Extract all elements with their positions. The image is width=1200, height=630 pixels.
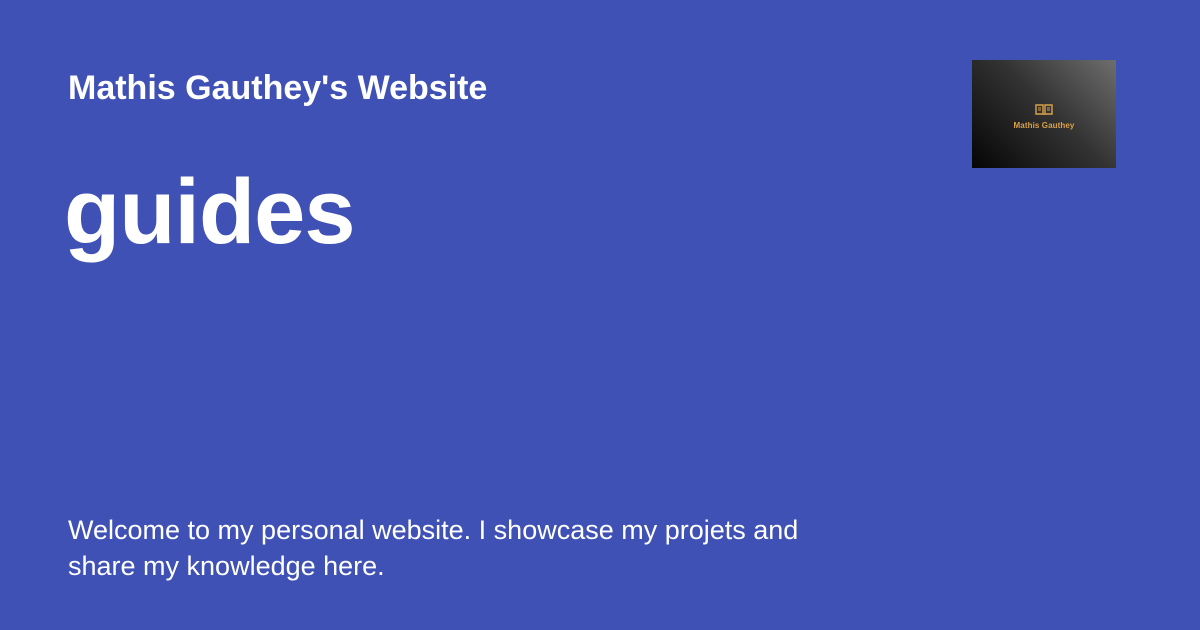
page-description: Welcome to my personal website. I showca… xyxy=(68,515,799,581)
page-title: guides xyxy=(64,161,355,263)
social-preview-card: Mathis Gauthey's Website guides Welcome … xyxy=(0,0,1200,630)
open-book-icon xyxy=(1035,104,1053,115)
logo-text: Mathis Gauthey xyxy=(1013,121,1075,130)
site-logo: Mathis Gauthey xyxy=(972,60,1116,168)
site-title: Mathis Gauthey's Website xyxy=(68,69,488,107)
